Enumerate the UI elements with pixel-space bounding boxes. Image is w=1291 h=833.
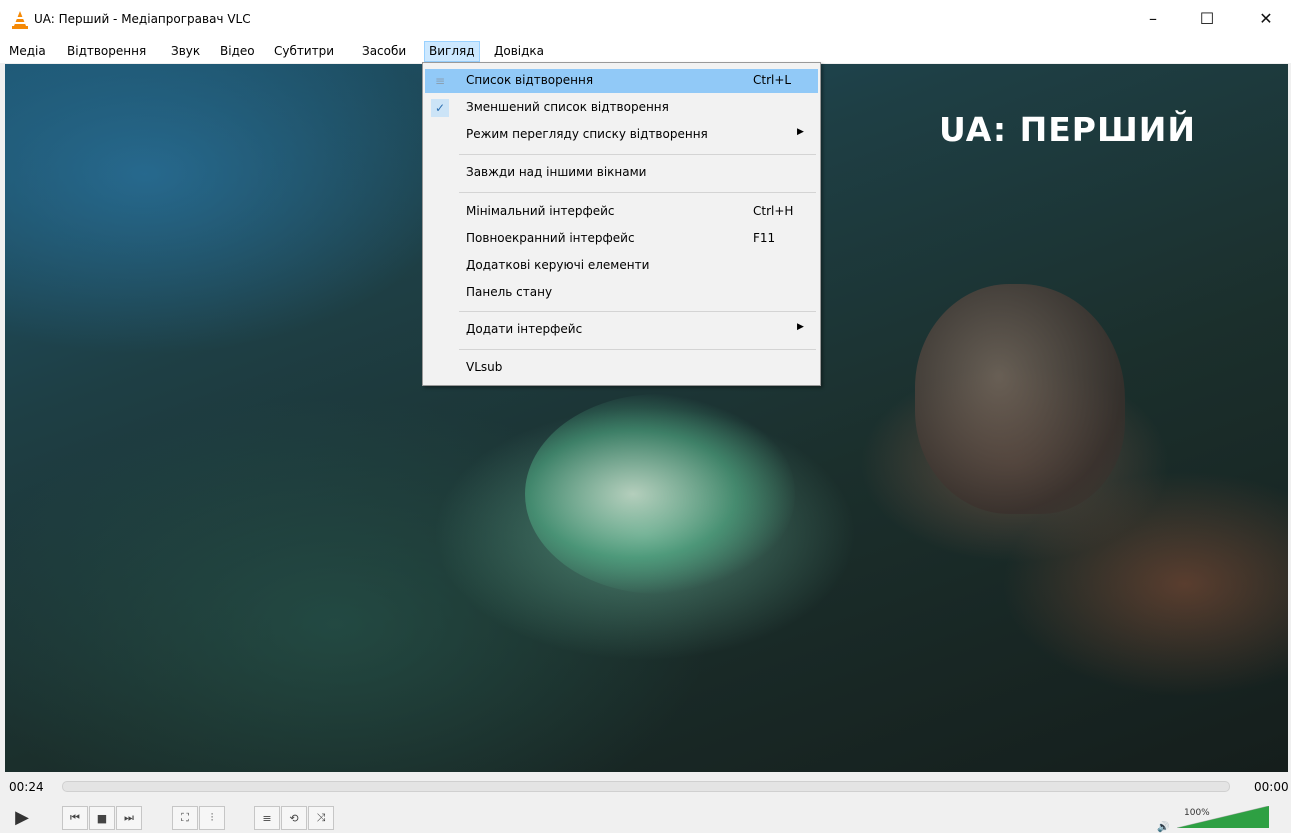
extended-settings-icon: ⫶ — [210, 811, 214, 824]
menu-item-shortcut: Ctrl+H — [753, 204, 794, 218]
playlist-button[interactable]: ≡ — [254, 806, 280, 830]
extended-settings-button[interactable]: ⫶ — [199, 806, 225, 830]
video-coral — [525, 394, 795, 594]
menu-separator — [459, 154, 816, 155]
check-icon: ✓ — [431, 99, 449, 117]
menu-item-label: Режим перегляду списку відтворення — [466, 127, 708, 141]
menu-view[interactable]: Вигляд — [424, 41, 480, 62]
total-time: 00:00 — [1254, 780, 1289, 794]
minimize-button[interactable]: – — [1130, 0, 1176, 36]
title-bar: UA: Перший - Медіапрогравач VLC – ☐ ✕ — [0, 0, 1291, 40]
menu-item-minimal-interface[interactable]: Мінімальний інтерфейс Ctrl+H — [425, 200, 818, 224]
menu-item-playlist[interactable]: ≡ Список відтворення Ctrl+L — [425, 69, 818, 93]
play-button[interactable]: ▶ — [8, 806, 36, 828]
menu-item-label: Повноекранний інтерфейс — [466, 231, 635, 245]
fullscreen-icon: ⛶ — [181, 811, 189, 824]
close-icon: ✕ — [1259, 8, 1273, 28]
current-time: 00:24 — [9, 780, 44, 794]
menu-item-label: Мінімальний інтерфейс — [466, 204, 615, 218]
menu-item-vlsub[interactable]: VLsub — [425, 356, 818, 380]
menu-item-label: Додати інтерфейс — [466, 322, 583, 336]
menu-bar: Медіа Відтворення Звук Відео Субтитри За… — [0, 40, 1291, 63]
menu-subtitles[interactable]: Субтитри — [270, 42, 338, 61]
menu-item-label: Список відтворення — [466, 73, 594, 87]
playback-controls: 00:24 00:00 ▶ ⏮ ■ ⏭ ⛶ ⫶ ≡ ⟲ ⤨ — [0, 772, 1291, 831]
menu-item-label: VLsub — [466, 360, 503, 374]
close-button[interactable]: ✕ — [1243, 0, 1289, 36]
menu-playback[interactable]: Відтворення — [63, 42, 150, 61]
menu-item-label: Завжди над іншими вікнами — [466, 165, 647, 179]
menu-item-label: Додаткові керуючі елементи — [466, 258, 650, 272]
menu-help[interactable]: Довідка — [490, 42, 548, 61]
previous-button[interactable]: ⏮ — [62, 806, 88, 830]
seek-slider[interactable] — [62, 781, 1230, 792]
playlist-icon: ≡ — [262, 811, 272, 825]
menu-item-shortcut: F11 — [753, 231, 776, 245]
menu-video[interactable]: Відео — [216, 42, 259, 61]
menu-item-add-interface[interactable]: Додати інтерфейс ▶ — [425, 318, 818, 342]
menu-item-docked-playlist[interactable]: ✓ Зменшений список відтворення — [425, 96, 818, 120]
menu-audio[interactable]: Звук — [167, 42, 204, 61]
next-button[interactable]: ⏭ — [116, 806, 142, 830]
menu-item-advanced-controls[interactable]: Додаткові керуючі елементи — [425, 254, 818, 278]
menu-media[interactable]: Медіа — [5, 42, 50, 61]
minimize-icon: – — [1149, 8, 1157, 28]
video-rock — [915, 284, 1125, 514]
shuffle-icon: ⤨ — [316, 811, 326, 824]
menu-item-status-bar[interactable]: Панель стану — [425, 281, 818, 305]
previous-icon: ⏮ — [70, 811, 80, 824]
volume-percent: 100% — [1184, 808, 1210, 818]
maximize-icon: ☐ — [1199, 8, 1215, 28]
maximize-button[interactable]: ☐ — [1184, 0, 1230, 36]
menu-tools[interactable]: Засоби — [358, 42, 410, 61]
playlist-icon: ≡ — [434, 74, 446, 88]
stop-button[interactable]: ■ — [89, 806, 115, 830]
volume-icon[interactable]: 🔊 — [1157, 822, 1169, 833]
shuffle-button[interactable]: ⤨ — [308, 806, 334, 830]
menu-item-playlist-view-mode[interactable]: Режим перегляду списку відтворення ▶ — [425, 123, 818, 147]
vlc-logo-icon — [12, 11, 28, 29]
view-menu-dropdown: ≡ Список відтворення Ctrl+L ✓ Зменшений … — [422, 62, 821, 386]
menu-separator — [459, 311, 816, 312]
submenu-arrow-icon: ▶ — [797, 127, 804, 137]
menu-item-always-on-top[interactable]: Завжди над іншими вікнами — [425, 161, 818, 185]
menu-separator — [459, 349, 816, 350]
menu-item-shortcut: Ctrl+L — [753, 73, 792, 87]
submenu-arrow-icon: ▶ — [797, 322, 804, 332]
next-icon: ⏭ — [124, 811, 134, 824]
menu-separator — [459, 192, 816, 193]
stop-icon: ■ — [96, 811, 108, 825]
menu-item-label: Панель стану — [466, 285, 553, 299]
menu-item-fullscreen-interface[interactable]: Повноекранний інтерфейс F11 — [425, 227, 818, 251]
fullscreen-button[interactable]: ⛶ — [172, 806, 198, 830]
menu-item-label: Зменшений список відтворення — [466, 100, 669, 114]
channel-logo: UA: ПЕРШИЙ — [939, 110, 1196, 149]
window-title: UA: Перший - Медіапрогравач VLC — [34, 12, 251, 26]
loop-button[interactable]: ⟲ — [281, 806, 307, 830]
loop-icon: ⟲ — [289, 811, 299, 825]
play-icon: ▶ — [15, 806, 29, 828]
